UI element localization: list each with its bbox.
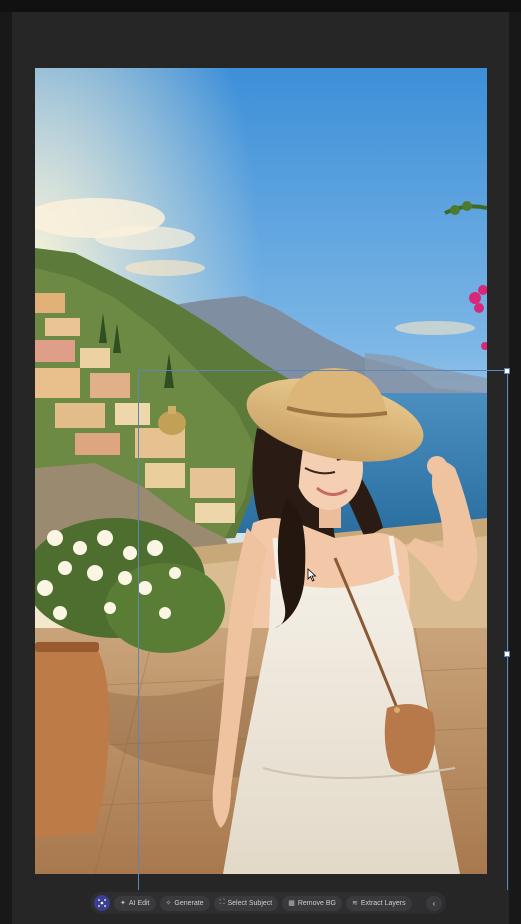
extract-layers-button[interactable]: ≋ Extract Layers [345, 895, 412, 911]
bottom-toolbar: ✦ AI Edit ✧ Generate ⛶ Select Subject ▦ … [90, 892, 446, 914]
canvas-image[interactable] [35, 68, 487, 874]
layers-icon: ≋ [351, 900, 358, 907]
left-gutter [0, 12, 12, 924]
top-bar [0, 0, 521, 12]
ai-edit-label: AI Edit [128, 899, 150, 907]
photo-illustration [35, 68, 487, 874]
generate-button[interactable]: ✧ Generate [159, 895, 210, 911]
extract-layers-label: Extract Layers [360, 899, 406, 907]
wand-icon: ✧ [165, 900, 172, 907]
select-subject-label: Select Subject [227, 899, 273, 907]
select-subject-icon: ⛶ [219, 899, 225, 906]
chevron-left-icon: ‹ [432, 898, 436, 908]
app-logo-icon[interactable] [94, 895, 110, 911]
select-subject-button[interactable]: ⛶ Select Subject [213, 895, 279, 911]
sparkle-icon: ✦ [120, 900, 126, 907]
remove-bg-icon: ▦ [288, 900, 295, 907]
generate-label: Generate [174, 899, 204, 907]
mouse-cursor-icon [307, 568, 317, 582]
remove-bg-button[interactable]: ▦ Remove BG [282, 895, 342, 911]
app-window: ✦ AI Edit ✧ Generate ⛶ Select Subject ▦ … [0, 0, 521, 924]
right-gutter [509, 12, 521, 924]
remove-bg-label: Remove BG [297, 899, 336, 907]
ai-edit-button[interactable]: ✦ AI Edit [114, 895, 156, 911]
collapse-toolbar-button[interactable]: ‹ [426, 895, 442, 911]
